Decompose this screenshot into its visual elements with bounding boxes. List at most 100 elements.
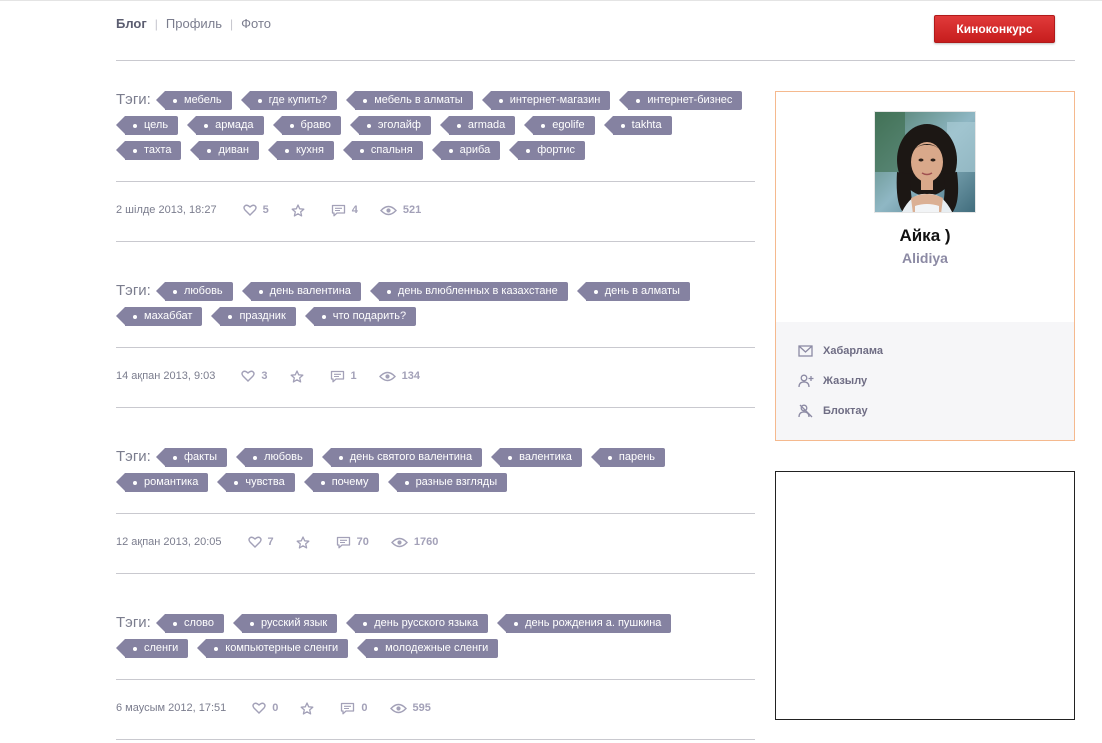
like-button[interactable]: 5: [242, 204, 269, 216]
post-date: 6 маусым 2012, 17:51: [116, 702, 227, 714]
post-tags: Тэги: мебель где купить? мебель в алматы инт…: [115, 91, 755, 160]
post-divider: [116, 181, 755, 182]
tag-chip[interactable]: день русского языка: [346, 614, 489, 633]
tag-chip[interactable]: интернет-бизнес: [619, 91, 743, 110]
tag-chip[interactable]: армада: [187, 116, 264, 135]
tag-chip[interactable]: спальня: [342, 141, 423, 160]
tag-chip[interactable]: тахта: [115, 141, 182, 160]
tags-label: Тэги:: [116, 91, 151, 108]
tag-chip[interactable]: разные взгляды: [387, 473, 508, 492]
comment-icon: [341, 702, 355, 714]
tag-chip[interactable]: день влюбленных в казахстане: [369, 282, 568, 301]
tag-chip[interactable]: день валентина: [241, 282, 361, 301]
post-date: 14 ақпан 2013, 9:03: [116, 370, 216, 382]
tag-chip[interactable]: чувства: [217, 473, 295, 492]
block-label: Блоктау: [823, 405, 868, 417]
like-button[interactable]: 0: [252, 702, 278, 714]
favorite-button[interactable]: [291, 203, 311, 217]
tag-chip[interactable]: день в алматы: [576, 282, 690, 301]
nav-blog[interactable]: Блог: [116, 16, 147, 31]
block-action[interactable]: Блоктау: [798, 404, 868, 418]
profile-nav: Блог | Профиль | Фото: [116, 16, 271, 31]
tag-chip[interactable]: где купить?: [240, 91, 338, 110]
tag-chip[interactable]: цель: [115, 116, 179, 135]
tag-chip[interactable]: ариба: [431, 141, 501, 160]
tag-chip[interactable]: слово: [156, 614, 224, 633]
top-border: [0, 0, 1102, 1]
star-icon: [290, 369, 303, 383]
tag-chip[interactable]: интернет-магазин: [481, 91, 611, 110]
comment-count: 70: [356, 536, 369, 548]
profile-card: Айка ) Alidiya Хабарлама Жазылу Блоктау: [775, 91, 1075, 441]
favorite-button[interactable]: [300, 701, 320, 715]
tag-chip[interactable]: русский язык: [232, 614, 338, 633]
nav-photo[interactable]: Фото: [241, 16, 271, 31]
tag-chip[interactable]: что подарить?: [304, 307, 417, 326]
tag-chip[interactable]: мебель: [156, 91, 232, 110]
subscribe-action[interactable]: Жазылу: [798, 374, 867, 388]
post-meta: 14 ақпан 2013, 9:03 3 1 134: [116, 368, 442, 384]
tag-chip[interactable]: валентика: [491, 448, 582, 467]
send-message-label: Хабарлама: [823, 345, 884, 357]
add-user-icon: [798, 374, 814, 388]
tag-chip[interactable]: парень: [590, 448, 666, 467]
nav-profile[interactable]: Профиль: [166, 16, 222, 31]
post-meta: 2 шілде 2013, 18:27 5 4 521: [116, 202, 443, 218]
comments-link[interactable]: 4: [331, 204, 358, 217]
tag-chip[interactable]: праздник: [211, 307, 296, 326]
post-tags: Тэги: слово русский язык день русского язык…: [115, 614, 755, 658]
tag-chip[interactable]: компьютерные сленги: [197, 639, 349, 658]
star-icon: [296, 535, 310, 549]
comment-count: 1: [350, 370, 357, 382]
tag-chip[interactable]: молодежные сленги: [357, 639, 499, 658]
like-button[interactable]: 3: [241, 370, 268, 382]
post-divider: [116, 573, 755, 574]
tag-chip[interactable]: armada: [439, 116, 516, 135]
tag-chip[interactable]: день святого валентина: [321, 448, 483, 467]
send-message-action[interactable]: Хабарлама: [798, 344, 883, 358]
like-button[interactable]: 7: [247, 536, 274, 548]
tag-chip[interactable]: кухня: [267, 141, 334, 160]
tag-chip[interactable]: takhta: [603, 116, 672, 135]
tag-chip[interactable]: мебель в алматы: [346, 91, 473, 110]
eye-icon: [389, 703, 407, 713]
tag-chip[interactable]: почему: [303, 473, 379, 492]
ad-banner-placeholder[interactable]: [775, 471, 1075, 720]
heart-icon: [242, 204, 257, 216]
avatar[interactable]: [874, 111, 976, 213]
tag-chip[interactable]: день рождения а. пушкина: [497, 614, 672, 633]
tag-chip[interactable]: романтика: [115, 473, 209, 492]
contest-button[interactable]: Киноконкурс: [934, 15, 1055, 43]
tag-chip[interactable]: диван: [190, 141, 259, 160]
comment-icon: [331, 204, 345, 216]
tag-chip[interactable]: любовь: [236, 448, 313, 467]
tag-chip[interactable]: фортис: [509, 141, 585, 160]
post-date: 2 шілде 2013, 18:27: [116, 204, 217, 216]
envelope-icon: [798, 345, 813, 357]
view-count: 134: [401, 370, 421, 382]
avatar-photo: [875, 112, 975, 212]
comments-link[interactable]: 0: [340, 702, 368, 715]
tag-chip[interactable]: махаббат: [115, 307, 203, 326]
nav-separator: |: [230, 16, 234, 31]
tag-chip[interactable]: факты: [155, 448, 228, 467]
profile-login[interactable]: Alidiya: [776, 250, 1074, 266]
like-count: 0: [272, 702, 279, 714]
tag-chip[interactable]: сленги: [115, 639, 189, 658]
tag-chip[interactable]: эголайф: [349, 116, 431, 135]
tag-list: мебель где купить? мебель в алматы интернет…: [115, 91, 755, 160]
eye-icon: [390, 537, 408, 547]
comment-count: 0: [361, 702, 368, 714]
tag-chip[interactable]: любовь: [156, 282, 233, 301]
post-divider: [116, 679, 755, 680]
comment-icon: [330, 370, 344, 382]
like-count: 3: [261, 370, 268, 382]
comments-link[interactable]: 70: [336, 536, 369, 549]
tag-chip[interactable]: браво: [272, 116, 341, 135]
favorite-button[interactable]: [290, 369, 310, 383]
tag-list: слово русский язык день русского языка день…: [115, 614, 755, 658]
comments-link[interactable]: 1: [330, 370, 357, 383]
favorite-button[interactable]: [296, 535, 316, 549]
tag-chip[interactable]: egolife: [524, 116, 595, 135]
post-date: 12 ақпан 2013, 20:05: [116, 536, 222, 548]
